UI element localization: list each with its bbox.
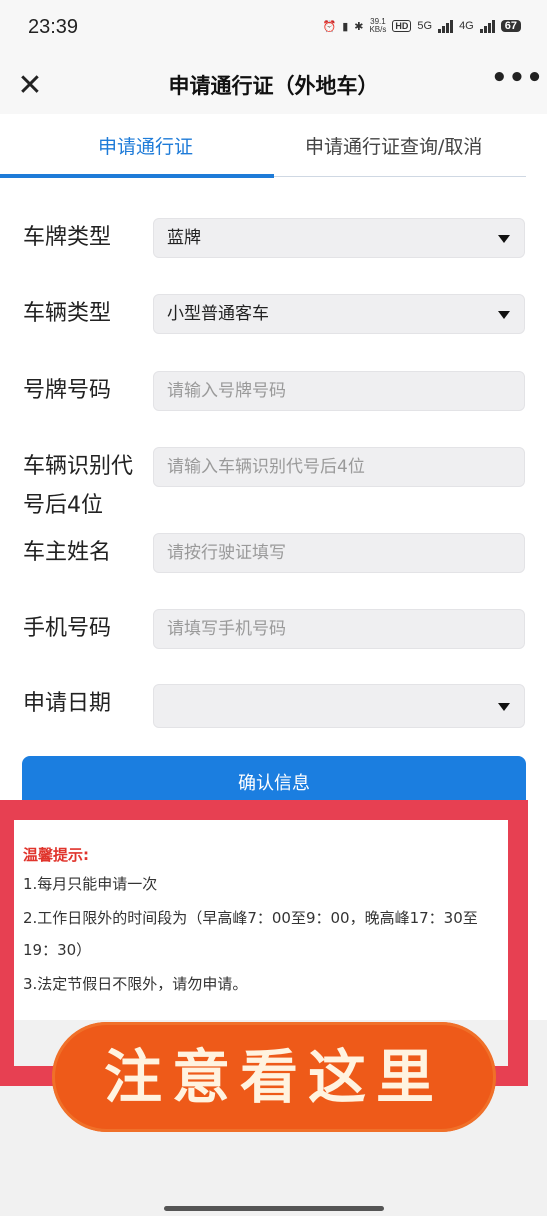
signal-4g-icon: [479, 19, 495, 33]
apply-date-label: 申请日期: [23, 691, 112, 716]
notice-line-4: 3.法定节假日不限外，请勿申请。: [23, 975, 248, 993]
status-icons: ⏰ ▮ ✱ 39.1 KB/s HD 5G 4G 67: [322, 18, 521, 34]
confirm-info-button[interactable]: 确认信息: [22, 756, 526, 812]
owner-name-label: 车主姓名: [23, 540, 112, 565]
vehicle-type-label: 车辆类型: [23, 301, 112, 326]
plate-number-input[interactable]: 请输入号牌号码: [153, 371, 525, 411]
chevron-down-icon: [498, 235, 510, 243]
sticker-text: 注意看这里: [103, 1043, 444, 1111]
owner-name-input[interactable]: 请按行驶证填写: [153, 533, 525, 573]
network-speed-unit: KB/s: [369, 25, 387, 34]
tab-divider: [274, 176, 526, 177]
vibrate-icon: ▮: [342, 20, 349, 33]
more-options-icon[interactable]: •••: [491, 65, 543, 98]
status-bar: 23:39 ⏰ ▮ ✱ 39.1 KB/s HD 5G 4G 67: [0, 0, 547, 58]
plate-type-select[interactable]: 蓝牌: [153, 218, 525, 258]
vin-last4-input[interactable]: 请输入车辆识别代号后4位: [153, 447, 525, 487]
chevron-down-icon: [498, 311, 510, 319]
notice-box: 温馨提示: 1.每月只能申请一次 2.工作日限外的时间段为（早高峰7：00至9：…: [14, 820, 508, 1020]
chevron-down-icon: [498, 703, 510, 711]
5g-label: 5G: [417, 20, 433, 32]
tab-bar: 申请通行证 申请通行证查询/取消: [0, 114, 547, 180]
home-indicator[interactable]: [164, 1206, 384, 1211]
tab-apply-pass[interactable]: 申请通行证: [98, 132, 193, 159]
plate-type-value: 蓝牌: [167, 228, 201, 248]
alarm-icon: ⏰: [322, 20, 337, 33]
attention-sticker: 注意看这里: [52, 1022, 496, 1132]
vehicle-type-value: 小型普通客车: [167, 304, 269, 324]
page-title: 申请通行证（外地车）: [168, 74, 379, 98]
notice-line-3: 19：30）: [23, 941, 92, 959]
battery-icon: 67: [500, 20, 521, 32]
notice-title: 温馨提示:: [23, 846, 89, 864]
network-speed: 39.1 KB/s: [369, 18, 386, 34]
hd-icon: HD: [392, 20, 412, 32]
plate-type-label: 车牌类型: [23, 225, 112, 250]
notice-line-2: 2.工作日限外的时间段为（早高峰7：00至9：00，晚高峰17：30至: [23, 909, 478, 927]
apply-date-select[interactable]: [153, 684, 525, 728]
status-time: 23:39: [28, 16, 79, 38]
bluetooth-icon: ✱: [354, 20, 364, 33]
tab-query-cancel[interactable]: 申请通行证查询/取消: [305, 132, 482, 159]
vehicle-type-select[interactable]: 小型普通客车: [153, 294, 525, 334]
4g-label: 4G: [459, 20, 474, 32]
plate-number-label: 号牌号码: [23, 378, 112, 403]
phone-label: 手机号码: [23, 616, 112, 641]
title-bar: ✕ 申请通行证（外地车） •••: [0, 58, 547, 114]
active-tab-indicator: [0, 174, 274, 178]
phone-input[interactable]: 请填写手机号码: [153, 609, 525, 649]
signal-5g-icon: [438, 19, 454, 33]
notice-line-1: 1.每月只能申请一次: [23, 875, 158, 893]
form-card: 申请通行证 申请通行证查询/取消 车牌类型 蓝牌 车辆类型 小型普通客车 号牌号…: [0, 114, 547, 1020]
vin-label-line1: 车辆识别代: [23, 454, 134, 479]
vin-label-line2: 号后4位: [23, 493, 103, 518]
